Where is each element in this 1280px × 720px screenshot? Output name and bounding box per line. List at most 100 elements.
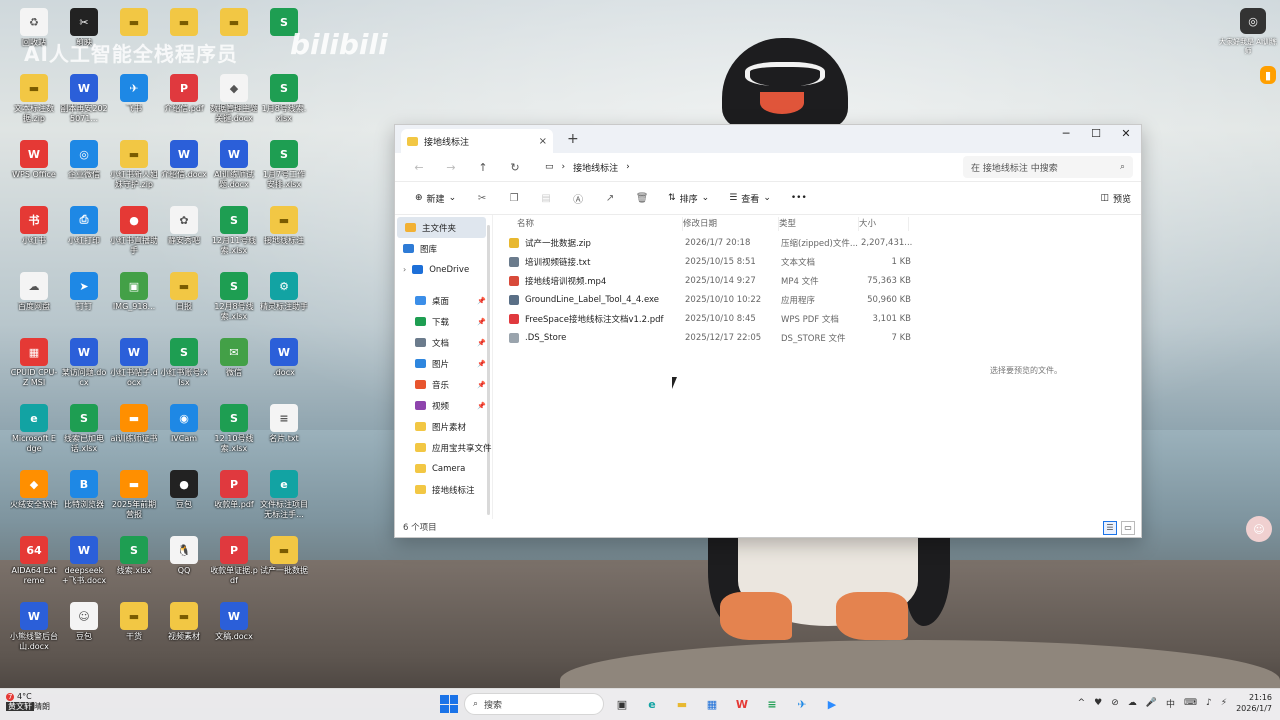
column-date[interactable]: 修改日期	[683, 217, 779, 231]
desktop-icon[interactable]: ▣ IMG_918...	[110, 272, 158, 312]
desktop-icon[interactable]: ▬ ai训练师证书	[110, 404, 158, 444]
sidebar-item[interactable]: 音乐 📌	[395, 374, 492, 395]
desktop-icon[interactable]: W 小熊线警后台山.docx	[10, 602, 58, 652]
delete-icon[interactable]: 🗑	[626, 193, 658, 204]
sidebar-item[interactable]: › OneDrive	[395, 259, 492, 280]
sidebar-item[interactable]: 主文件夹	[397, 217, 486, 238]
tray-icon[interactable]: ♪	[1206, 698, 1212, 708]
assistant-avatar-icon[interactable]: ☺	[1246, 516, 1272, 542]
sidebar-item[interactable]: 视频 📌	[395, 395, 492, 416]
desktop-icon[interactable]: ➤ 钉钉	[60, 272, 108, 312]
desktop-icon[interactable]: 书小红书	[10, 206, 58, 246]
tab-folder[interactable]: 接地线标注 ×	[401, 129, 553, 153]
sidebar-item[interactable]: Camera	[395, 458, 492, 479]
tray-icon[interactable]: 🎤	[1146, 698, 1157, 708]
chevron-right-icon[interactable]: ›	[403, 265, 406, 274]
desktop-icon[interactable]: ▬	[110, 8, 158, 38]
desktop-icon[interactable]: ● 小红书直播助手	[110, 206, 158, 256]
desktop-icon[interactable]: ◎ 企业微信	[60, 140, 108, 180]
desktop-icon[interactable]: P 介绍信.pdf	[160, 74, 208, 114]
column-name[interactable]: 名称	[517, 217, 683, 231]
store-icon[interactable]: ▦	[700, 693, 724, 715]
maximize-button[interactable]: ☐	[1081, 127, 1111, 143]
desktop-icon[interactable]: 🐧 QQ	[160, 536, 208, 576]
view-button[interactable]: ☰ 查看 ⌄	[719, 192, 781, 205]
sidebar-item[interactable]: 文档 📌	[395, 332, 492, 353]
desktop-icon[interactable]: 64 AIDA64 Extreme	[10, 536, 58, 586]
start-button[interactable]	[440, 695, 458, 713]
sidebar-item[interactable]: 图片素材	[395, 416, 492, 437]
file-explorer-icon[interactable]: ▬	[670, 693, 694, 715]
tray-icon[interactable]: ⌨	[1184, 698, 1197, 708]
up-button[interactable]: ↑	[467, 161, 499, 174]
paste-icon[interactable]: ▤	[530, 193, 562, 204]
desktop-icon[interactable]: ◆ 数据管理主题关键.docx	[210, 74, 258, 124]
sidebar-item[interactable]: 桌面 📌	[395, 290, 492, 311]
clock[interactable]: 21:16 2026/1/7	[1236, 692, 1272, 714]
sidebar-item[interactable]: 图库	[395, 238, 492, 259]
desktop-icon[interactable]: ● 豆包	[160, 470, 208, 510]
desktop-icon[interactable]: ⎙ 小红打印	[60, 206, 108, 246]
desktop-icon[interactable]: ◆ 火绒安全软件	[10, 470, 58, 510]
desktop-icon[interactable]: S 12月8号线索.xlsx	[210, 272, 258, 322]
forward-button[interactable]: →	[435, 161, 467, 174]
desktop-icon[interactable]: ✈ 飞书	[110, 74, 158, 114]
column-type[interactable]: 类型	[779, 217, 859, 231]
tray-icon[interactable]: ^	[1078, 698, 1086, 708]
desktop-icon[interactable]: S 12月11号线索.xlsx	[210, 206, 258, 256]
tray-icon[interactable]: ⊘	[1111, 698, 1119, 708]
sidebar-item[interactable]: 接地线标注	[395, 479, 492, 500]
edge-icon[interactable]: e	[640, 693, 664, 715]
desktop-icon[interactable]: S 线索.xlsx	[110, 536, 158, 576]
taskbar-search[interactable]: ⌕ 搜索	[464, 693, 604, 715]
rename-icon[interactable]: Ⓐ	[562, 191, 594, 206]
task-view-icon[interactable]: ▣	[610, 693, 634, 715]
sidebar-item[interactable]: 应用宝共享文件	[395, 437, 492, 458]
details-view-icon[interactable]: ☰	[1103, 521, 1117, 535]
desktop-icon[interactable]: P 收款单.pdf	[210, 470, 258, 510]
back-button[interactable]: ←	[403, 161, 435, 174]
desktop-icon[interactable]: ▬ 日报	[160, 272, 208, 312]
new-tab-button[interactable]: +	[567, 131, 579, 147]
cut-icon[interactable]: ✂	[466, 193, 498, 204]
desktop-icon[interactable]: ▬	[210, 8, 258, 38]
sidebar-item[interactable]: 图片 📌	[395, 353, 492, 374]
desktop-icon[interactable]: ⚙ 精灵标注助手	[260, 272, 308, 312]
pin-icon[interactable]: 📌	[477, 402, 486, 410]
desktop-icon[interactable]: ✉ 微信	[210, 338, 258, 378]
feishu-icon[interactable]: ✈	[790, 693, 814, 715]
sort-button[interactable]: ⇅ 排序 ⌄	[658, 192, 719, 205]
desktop-icon[interactable]: ▬ 试产一批数据	[260, 536, 308, 576]
desktop-icon[interactable]: ▬ 干货	[110, 602, 158, 642]
search-input[interactable]: 在 接地线标注 中搜索 ⌕	[963, 156, 1133, 178]
desktop-icon[interactable]: ▬ 文本标注数据.zip	[10, 74, 58, 124]
refresh-button[interactable]: ↻	[499, 161, 531, 174]
address-bar[interactable]: ▭ › 接地线标注 ›	[537, 156, 937, 178]
chevron-right-icon[interactable]: ›	[626, 162, 630, 172]
desktop-icon[interactable]: ◉ IVCam	[160, 404, 208, 444]
desktop-icon[interactable]: W 某访问题.docx	[60, 338, 108, 388]
desktop-icon[interactable]: W 文稿.docx	[210, 602, 258, 642]
desktop-icon[interactable]: P 收款单证据.pdf	[210, 536, 258, 586]
desktop-icon[interactable]: S 1月7号工作安排.xlsx	[260, 140, 308, 190]
notepad-icon[interactable]: ≡	[760, 693, 784, 715]
tray-icon[interactable]: ☁	[1128, 698, 1137, 708]
sidebar-item[interactable]: 下载 📌	[395, 311, 492, 332]
tray-icon[interactable]: ♥	[1094, 698, 1102, 708]
pin-icon[interactable]: 📌	[477, 381, 486, 389]
desktop-icon[interactable]: W 副本再安2025071...	[60, 74, 108, 124]
preview-button[interactable]: ◫ 预览	[1100, 192, 1131, 205]
desktop-icon[interactable]: ▬ 接地线标注	[260, 206, 308, 246]
desktop-icon[interactable]: ▦ CPUID CPU-Z MSI	[10, 338, 58, 388]
share-icon[interactable]: ↗	[594, 193, 626, 204]
desktop-icon[interactable]: ▬ 小红书新人姐妹守护.zip	[110, 140, 158, 190]
desktop-icon[interactable]: S 线索已加电话.xlsx	[60, 404, 108, 454]
pin-icon[interactable]: 📌	[477, 318, 486, 326]
desktop-icon[interactable]: W 介绍信.docx	[160, 140, 208, 180]
new-button[interactable]: ⊕ 新建 ⌄	[405, 192, 466, 205]
desktop-icon[interactable]: ▬	[160, 8, 208, 38]
desktop-icon[interactable]: ≡ 名片.txt	[260, 404, 308, 444]
desktop-icon[interactable]: e 文件标注项目无标注手...	[260, 470, 308, 520]
desktop-icon[interactable]: e Microsoft Edge	[10, 404, 58, 454]
tiles-view-icon[interactable]: ▭	[1121, 521, 1135, 535]
